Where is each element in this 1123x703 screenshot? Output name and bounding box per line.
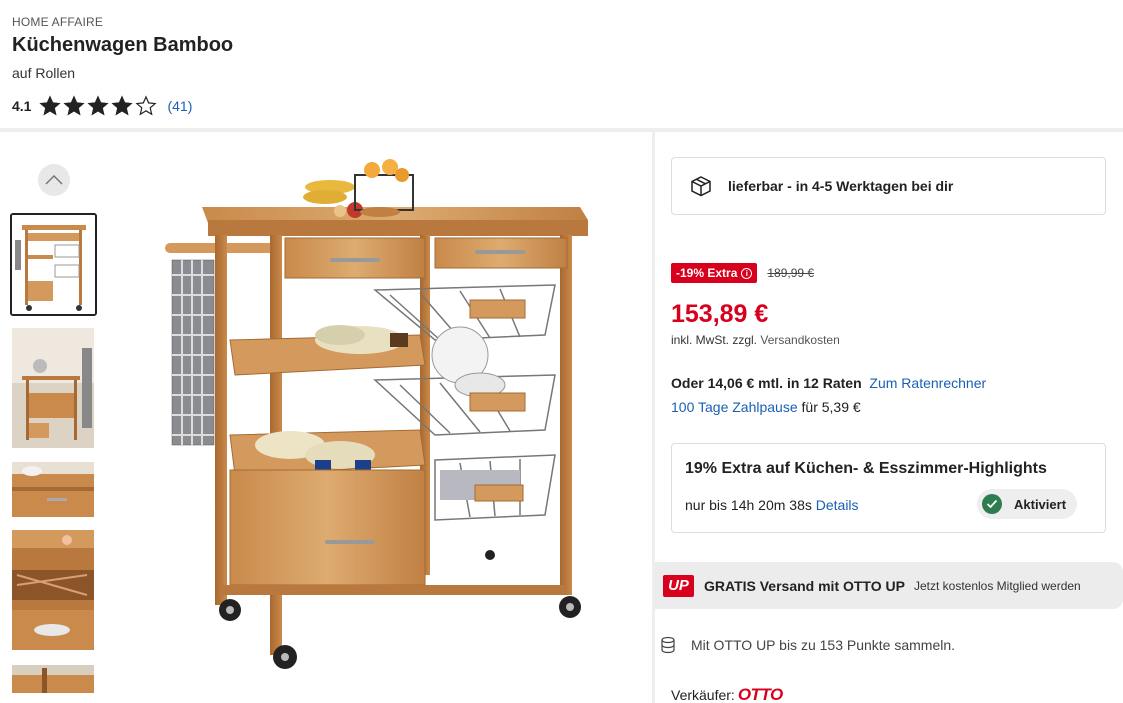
points-text: Mit OTTO UP bis zu 153 Punkte sammeln. [691, 637, 956, 653]
star-empty-icon [135, 95, 158, 116]
old-price: 189,99 € [767, 266, 815, 280]
thumbnail-2[interactable] [12, 328, 94, 448]
rate-calculator-link[interactable]: Zum Ratenrechner [869, 375, 986, 391]
shipping-costs-link[interactable]: Versandkosten [760, 333, 839, 347]
delivery-info: lieferbar - in 4-5 Werktagen bei dir [671, 157, 1106, 215]
column-divider [652, 132, 655, 703]
points-info: Mit OTTO UP bis zu 153 Punkte sammeln. [660, 636, 955, 654]
star-filled-icon [39, 95, 62, 116]
discount-badge-label: -19% Extra [676, 266, 738, 280]
thumbnail-kitchen-image [12, 328, 94, 448]
check-icon [982, 494, 1002, 514]
seller-logo[interactable]: OTTO [738, 685, 783, 703]
star-filled-icon [111, 95, 134, 116]
promo-countdown-row: nur bis 14h 20m 38s Details [685, 497, 859, 513]
kitchen-cart-image [165, 159, 588, 669]
installment-text: Oder 14,06 € mtl. in 12 Raten [671, 375, 862, 391]
main-product-image[interactable] [140, 145, 610, 685]
chevron-up-icon [45, 175, 63, 185]
thumbnail-drawer-image [12, 462, 94, 517]
rating[interactable]: 4.1 (41) [12, 95, 192, 117]
star-filled-icon [63, 95, 86, 116]
discount-row: -19% Extra i 189,99 € [671, 263, 814, 283]
otto-up-title: GRATIS Versand mit OTTO UP [704, 577, 905, 594]
thumbnail-4[interactable] [12, 530, 94, 650]
thumbnail-3[interactable] [12, 462, 94, 517]
thumbnail-1[interactable] [10, 213, 97, 316]
promo-activated-toggle[interactable]: Aktiviert [977, 489, 1077, 519]
promo-title: 19% Extra auf Küchen- & Esszimmer-Highli… [685, 460, 1047, 477]
otto-up-logo: UP [663, 574, 694, 597]
product-subtitle: auf Rollen [12, 65, 76, 81]
promo-box: 19% Extra auf Küchen- & Esszimmer-Highli… [671, 443, 1106, 533]
promo-countdown: nur bis 14h 20m 38s [685, 497, 812, 513]
star-filled-icon [87, 95, 110, 116]
rating-count-link[interactable]: (41) [167, 98, 192, 114]
discount-badge[interactable]: -19% Extra i [671, 263, 758, 283]
package-icon [691, 176, 711, 197]
payment-pause: 100 Tage Zahlpause für 5,39 € [671, 399, 861, 415]
installment-info: Oder 14,06 € mtl. in 12 Raten Zum Ratenr… [671, 375, 986, 391]
rating-value: 4.1 [12, 98, 32, 114]
thumbnail-5[interactable] [12, 665, 94, 693]
brand-name[interactable]: HOME AFFAIRE [12, 15, 103, 29]
current-price: 153,89 € [671, 300, 769, 328]
thumbnail-detail-image [12, 530, 94, 650]
price-note-text: inkl. MwSt. zzgl. [671, 333, 758, 347]
info-icon[interactable]: i [741, 267, 753, 279]
thumbnails-up-button[interactable] [38, 164, 70, 196]
promo-details-link[interactable]: Details [816, 497, 859, 513]
promo-status: Aktiviert [1014, 496, 1067, 512]
product-title: Küchenwagen Bamboo [12, 34, 234, 56]
thumbnail-partial-image [12, 665, 94, 693]
payment-pause-link[interactable]: 100 Tage Zahlpause [671, 399, 798, 415]
otto-up-banner[interactable]: UP GRATIS Versand mit OTTO UP Jetzt kost… [655, 562, 1123, 609]
seller-info: Verkäufer: OTTO [671, 685, 783, 703]
header-divider [0, 128, 1123, 132]
thumbnail-cart-image [12, 215, 95, 314]
rating-stars [39, 95, 159, 117]
price-note: inkl. MwSt. zzgl. Versandkosten [671, 333, 840, 347]
coins-icon [661, 636, 675, 654]
payment-pause-fee: für 5,39 € [801, 399, 861, 415]
product-header: HOME AFFAIRE Küchenwagen Bamboo auf Roll… [0, 0, 1123, 130]
delivery-text: lieferbar - in 4-5 Werktagen bei dir [728, 178, 954, 194]
seller-label: Verkäufer: [671, 687, 735, 703]
otto-up-subtitle: Jetzt kostenlos Mitglied werden [913, 578, 1081, 593]
